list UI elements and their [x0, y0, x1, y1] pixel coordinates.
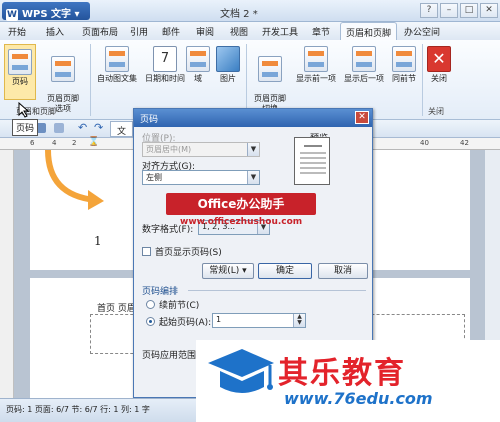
date-time-label: 日期和时间 [145, 74, 185, 83]
ribbon-separator [90, 44, 91, 116]
page-number-text: 1 [94, 234, 102, 248]
page-preview [294, 137, 330, 185]
tab-section[interactable]: 章节 [312, 25, 330, 38]
pointer-arrow-icon [45, 149, 104, 210]
link-previous-label: 同前节 [392, 74, 416, 83]
show-previous-icon [304, 46, 328, 72]
wps-logo-icon: W [6, 9, 18, 21]
ribbon-separator [422, 44, 423, 116]
autotext-icon [105, 46, 129, 72]
document-title: 文档 2 * [220, 9, 258, 20]
tab-header-footer[interactable]: 页眉和页脚 [340, 22, 398, 40]
start-number-label: 起始页码(A): [159, 318, 212, 328]
page-number-label: 页码 [12, 77, 28, 86]
show-next-label: 显示后一项 [344, 74, 384, 83]
menu-bar: 开始 插入 页面布局 引用 邮件 审阅 视图 开发工具 章节 页眉和页脚 办公空… [0, 22, 500, 40]
continue-previous-label: 续前节(C) [159, 301, 200, 311]
chevron-down-icon: ▼ [247, 143, 259, 156]
status-text: 页码: 1 页面: 6/7 节: 6/7 行: 1 列: 1 字 [6, 405, 150, 414]
chevron-down-icon: ▼ [247, 171, 259, 184]
maximize-button[interactable]: □ [460, 3, 478, 18]
mouse-cursor-icon [18, 102, 30, 118]
app-menu-button[interactable]: W WPS 文字 ▾ [2, 2, 90, 21]
watermark-title: Office办公助手 [166, 193, 316, 215]
show-previous-button[interactable]: 显示前一项 [292, 46, 340, 84]
field-label: 域 [194, 74, 202, 83]
autotext-label: 自动图文集 [97, 74, 137, 83]
position-select[interactable]: 页眉居中(M) ▼ [142, 142, 260, 157]
picture-button[interactable]: 图片 [214, 46, 242, 84]
show-next-button[interactable]: 显示后一项 [340, 46, 388, 84]
numbering-section-title: 页码编排 [142, 287, 179, 297]
link-previous-button[interactable]: 同前节 [388, 46, 420, 84]
close-group-label: 关闭 [428, 107, 444, 116]
dialog-close-button[interactable]: ✕ [355, 111, 369, 124]
tab-developer[interactable]: 开发工具 [262, 25, 298, 38]
brand-name: 其乐教育 [278, 356, 406, 391]
app-name: WPS 文字 [22, 9, 72, 20]
show-next-icon [352, 46, 376, 72]
graduation-cap-icon [208, 349, 274, 393]
first-page-checkbox-label: 首页显示页码(S) [155, 248, 222, 258]
minimize-button[interactable]: – [440, 3, 458, 18]
section-divider [188, 290, 366, 291]
position-value: 页眉居中(M) [146, 145, 192, 154]
document-tab[interactable]: 文 [110, 121, 134, 137]
title-bar: W WPS 文字 ▾ 文档 2 * ? – □ ✕ [0, 0, 500, 22]
watermark-url: www.officezhushou.com [180, 217, 303, 227]
close-label: 关闭 [431, 74, 447, 83]
close-header-footer-button[interactable]: ✕ 关闭 [424, 46, 454, 84]
close-window-button[interactable]: ✕ [480, 3, 498, 18]
picture-icon [216, 46, 240, 72]
tab-mail[interactable]: 邮件 [162, 25, 180, 38]
header-footer-options-icon [51, 56, 75, 82]
tab-start[interactable]: 开始 [8, 25, 26, 38]
undo-icon[interactable]: ↶ [78, 121, 87, 134]
field-button[interactable]: 域 [186, 46, 210, 84]
tab-office-space[interactable]: 办公空间 [404, 25, 440, 38]
switch-icon [258, 56, 282, 82]
help-button[interactable]: ? [420, 3, 438, 18]
tab-page-layout[interactable]: 页面布局 [82, 25, 118, 38]
alignment-select[interactable]: 左侧 ▼ [142, 170, 260, 185]
ok-button[interactable]: 确定 [258, 263, 312, 279]
start-number-input[interactable]: 1 ▲ ▼ [212, 313, 306, 328]
tab-review[interactable]: 审阅 [196, 25, 214, 38]
dialog-title: 页码 [134, 109, 372, 127]
continue-previous-radio[interactable] [146, 300, 155, 309]
first-page-checkbox[interactable] [142, 247, 151, 256]
link-previous-icon [392, 46, 416, 72]
picture-label: 图片 [220, 74, 236, 83]
header-footer-switch-button[interactable]: 页眉页脚 切换 [248, 46, 292, 114]
normal-button[interactable]: 常规(L) ▾ [202, 263, 254, 279]
calendar-icon: 7 [153, 46, 177, 72]
tooltip: 页码 [12, 119, 39, 136]
alignment-value: 左侧 [146, 173, 162, 182]
tab-insert[interactable]: 插入 [46, 25, 64, 38]
cancel-button[interactable]: 取消 [318, 263, 368, 279]
first-page-header-label: 首页 页眉 [97, 304, 136, 314]
brand-url: www.76edu.com [284, 389, 433, 408]
header-footer-options-button[interactable]: 页眉页脚 选项 [40, 46, 86, 114]
page-number-button[interactable]: 页码 [4, 44, 36, 100]
redo-icon[interactable]: ↷ [94, 121, 103, 134]
close-icon: ✕ [427, 46, 451, 72]
page-number-icon [8, 49, 32, 75]
print-icon[interactable] [54, 123, 64, 133]
autotext-button[interactable]: 自动图文集 [92, 46, 142, 84]
start-number-value: 1 [216, 315, 222, 324]
field-icon [186, 46, 210, 72]
date-time-button[interactable]: 7 日期和时间 [142, 46, 188, 84]
show-previous-label: 显示前一项 [296, 74, 336, 83]
tab-references[interactable]: 引用 [130, 25, 148, 38]
start-number-radio[interactable] [146, 317, 155, 326]
ribbon-separator [246, 44, 247, 116]
tab-view[interactable]: 视图 [230, 25, 248, 38]
spinner-icon[interactable]: ▲ ▼ [293, 314, 305, 327]
vertical-ruler [0, 150, 14, 398]
